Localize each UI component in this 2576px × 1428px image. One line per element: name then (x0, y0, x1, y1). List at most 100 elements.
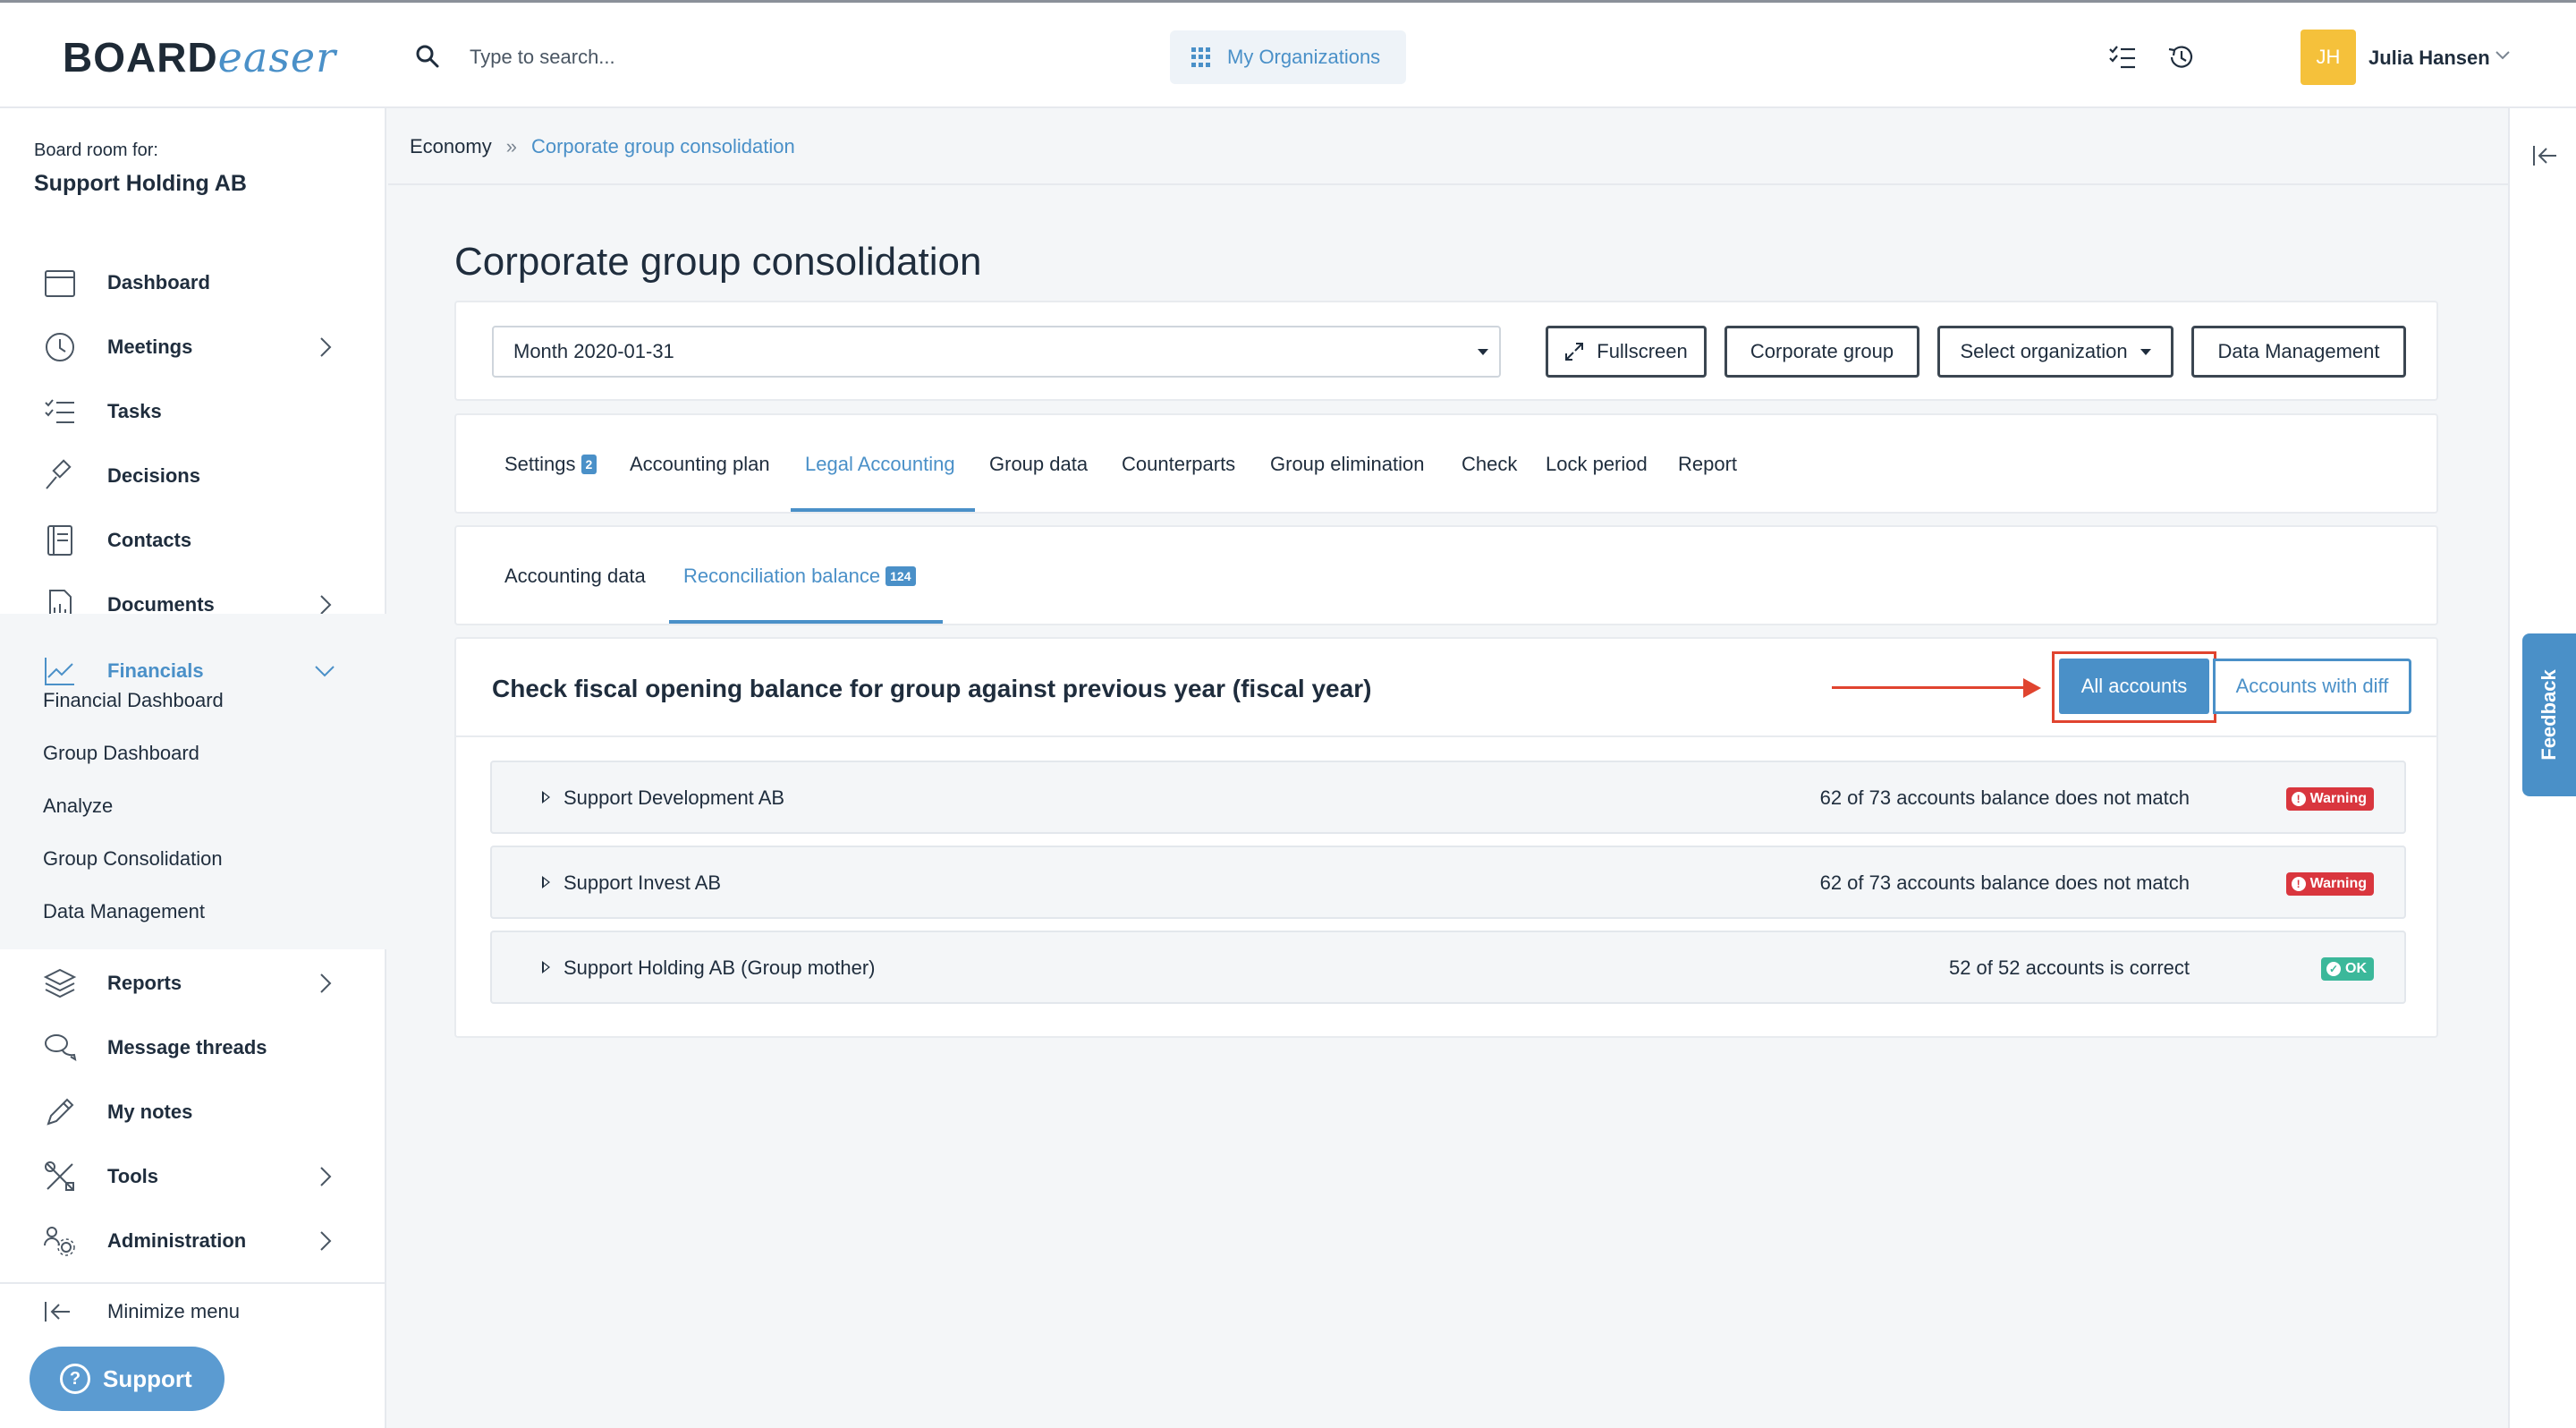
sidebar-item-meetings[interactable]: Meetings (0, 318, 386, 377)
collapse-panel-icon[interactable] (2531, 144, 2558, 167)
caret-down-icon (1478, 349, 1488, 355)
sidebar-item-my-notes[interactable]: My notes (0, 1083, 386, 1142)
sidebar-item-tasks[interactable]: Tasks (0, 382, 386, 441)
status-badge: ! Warning (2285, 872, 2374, 896)
list-item[interactable]: Support Development AB 62 of 73 accounts… (490, 761, 2406, 834)
search-icon[interactable] (414, 43, 441, 70)
sidebar-item-tools[interactable]: Tools (0, 1147, 386, 1206)
expand-caret-icon[interactable] (542, 791, 550, 803)
calendar-icon (45, 270, 75, 297)
sidebar-subitem-data-management[interactable]: Data Management (43, 900, 205, 923)
expand-caret-icon[interactable] (542, 961, 550, 973)
top-bar: BOARDeaser Type to search... My Organiza… (0, 0, 2576, 108)
breadcrumb-current[interactable]: Corporate group consolidation (531, 135, 795, 158)
fullscreen-button[interactable]: Fullscreen (1546, 326, 1707, 378)
caret-down-icon (2140, 348, 2151, 355)
list-item[interactable]: Support Invest AB 62 of 73 accounts bala… (490, 846, 2406, 919)
sidebar-subitem-group-consolidation[interactable]: Group Consolidation (43, 847, 223, 871)
tab-report[interactable]: Report (1678, 453, 1737, 476)
tab-check[interactable]: Check (1462, 453, 1517, 476)
active-subtab-indicator (669, 620, 943, 624)
sidebar-subitem-analyze[interactable]: Analyze (43, 795, 113, 818)
line-chart-icon (45, 658, 74, 685)
sidebar: Board room for: Support Holding AB Dashb… (0, 108, 386, 1428)
subtab-accounting-data[interactable]: Accounting data (504, 565, 646, 588)
sidebar-item-label: Decisions (107, 464, 200, 487)
status-badge: ✓ OK (2321, 957, 2374, 981)
minimize-menu-label: Minimize menu (107, 1300, 240, 1322)
user-name[interactable]: Julia Hansen (2368, 47, 2490, 70)
sidebar-item-contacts[interactable]: Contacts (0, 511, 386, 570)
organization-name: Support Holding AB (Group mother) (564, 956, 876, 979)
contacts-book-icon (47, 525, 72, 556)
sidebar-item-label: Dashboard (107, 271, 210, 293)
period-select-value: Month 2020-01-31 (513, 340, 674, 362)
tab-counterparts[interactable]: Counterparts (1122, 453, 1235, 476)
select-organization-button[interactable]: Select organization (1937, 326, 2174, 378)
sidebar-subitem-group-dashboard[interactable]: Group Dashboard (43, 742, 199, 765)
avatar[interactable]: JH (2301, 30, 2356, 85)
tab-settings[interactable]: Settings 2 (504, 453, 597, 476)
feedback-tab[interactable]: Feedback (2522, 633, 2576, 796)
minimize-menu-button[interactable]: Minimize menu (43, 1300, 240, 1323)
gavel-icon (46, 459, 72, 489)
app-logo[interactable]: BOARDeaser (63, 33, 336, 81)
checklist-icon (45, 399, 74, 423)
subtab-reconciliation-balance[interactable]: Reconciliation balance 124 (683, 565, 916, 588)
task-list-icon[interactable] (2107, 42, 2138, 72)
tab-accounting-plan[interactable]: Accounting plan (630, 453, 770, 476)
corporate-group-button[interactable]: Corporate group (1724, 326, 1919, 378)
annotation-arrow (1832, 686, 2029, 689)
sidebar-item-dashboard[interactable]: Dashboard (0, 253, 386, 312)
search-input[interactable]: Type to search... (470, 46, 615, 69)
organization-name: Support Invest AB (564, 871, 722, 894)
sidebar-item-label: Administration (107, 1229, 247, 1252)
collapse-left-icon (45, 1302, 70, 1322)
sidebar-subitem-financial-dashboard[interactable]: Financial Dashboard (43, 689, 224, 712)
all-accounts-button[interactable]: All accounts (2059, 659, 2209, 714)
chevron-right-icon (320, 1231, 332, 1251)
period-select[interactable]: Month 2020-01-31 (492, 326, 1501, 378)
sidebar-item-label: Meetings (107, 336, 193, 358)
support-button[interactable]: ? Support (30, 1347, 225, 1411)
sidebar-item-reports[interactable]: Reports (0, 954, 386, 1013)
tab-lock-period[interactable]: Lock period (1546, 453, 1648, 476)
chat-bubbles-icon (45, 1034, 77, 1062)
data-management-button[interactable]: Data Management (2191, 326, 2406, 378)
chevron-right-icon (320, 337, 332, 357)
chevron-down-icon[interactable] (2494, 49, 2512, 62)
balance-status-text: 52 of 52 accounts is correct (1948, 956, 2190, 979)
sidebar-item-label: Tools (107, 1165, 159, 1187)
my-organizations-button[interactable]: My Organizations (1170, 30, 1406, 84)
sidebar-item-label: My notes (107, 1101, 193, 1123)
annotation-arrow-head (2023, 678, 2041, 698)
toolbar-card: Month 2020-01-31 Fullscreen Corporate gr… (454, 301, 2438, 401)
corporate-group-label: Corporate group (1750, 340, 1894, 362)
help-icon: ? (60, 1364, 90, 1394)
chevron-down-icon (315, 666, 335, 677)
sidebar-item-label: Tasks (107, 400, 162, 422)
breadcrumb-economy[interactable]: Economy (410, 135, 492, 158)
sidebar-item-label: Reports (107, 972, 182, 994)
chevron-right-icon (320, 1167, 332, 1186)
sidebar-item-administration[interactable]: Administration (0, 1211, 386, 1271)
my-organizations-label: My Organizations (1227, 46, 1381, 68)
tab-legal-accounting[interactable]: Legal Accounting (805, 453, 955, 476)
reconciliation-count-badge: 124 (886, 566, 916, 586)
grid-icon (1191, 47, 1211, 67)
sidebar-divider (0, 1282, 386, 1284)
settings-count-badge: 2 (580, 455, 597, 474)
sidebar-item-decisions[interactable]: Decisions (0, 446, 386, 506)
check-icon: ✓ (2326, 962, 2341, 976)
tab-group-elimination[interactable]: Group elimination (1270, 453, 1424, 476)
data-management-label: Data Management (2217, 340, 2380, 362)
breadcrumb: Economy » Corporate group consolidation (388, 110, 2508, 185)
accounts-with-diff-button[interactable]: Accounts with diff (2213, 659, 2411, 714)
sidebar-item-label: Contacts (107, 529, 192, 551)
expand-caret-icon[interactable] (542, 876, 550, 888)
tab-group-data[interactable]: Group data (989, 453, 1088, 476)
history-icon[interactable] (2166, 42, 2197, 72)
sidebar-item-message-threads[interactable]: Message threads (0, 1018, 386, 1077)
organization-name: Support Development AB (564, 786, 785, 809)
list-item[interactable]: Support Holding AB (Group mother) 52 of … (490, 931, 2406, 1004)
